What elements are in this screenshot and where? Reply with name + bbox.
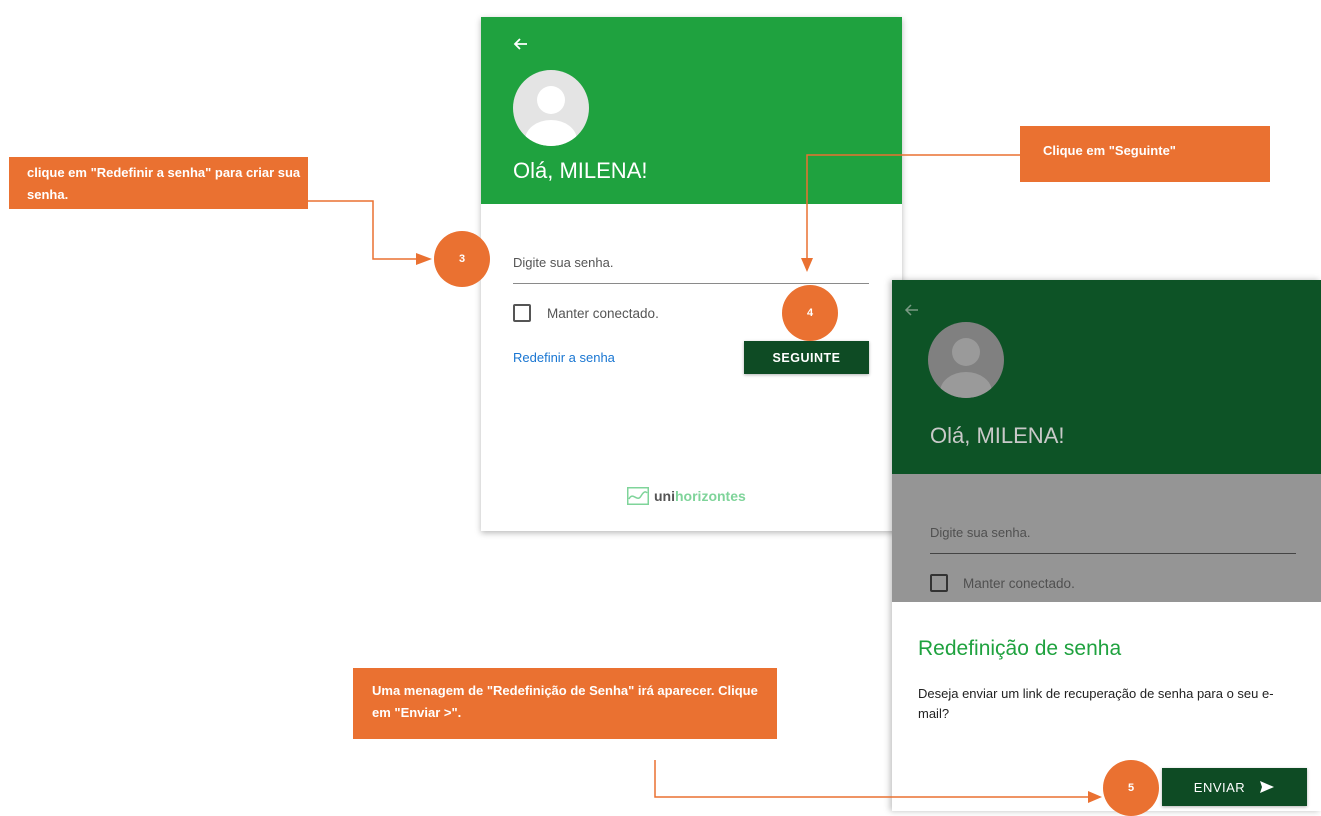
reset-password-link[interactable]: Redefinir a senha xyxy=(513,350,615,365)
keep-connected-label: Manter conectado. xyxy=(547,305,659,321)
login-card: Olá, MILENA! Digite sua senha. Manter co… xyxy=(481,17,902,531)
step-3-badge: 3 xyxy=(434,231,490,287)
keep-connected-label: Manter conectado. xyxy=(963,575,1075,591)
checkbox-icon xyxy=(930,574,948,592)
greeting: Olá, MILENA! xyxy=(513,158,648,183)
user-avatar-icon xyxy=(513,70,589,146)
greeting: Olá, MILENA! xyxy=(930,423,1065,448)
back-arrow-icon xyxy=(904,304,918,316)
send-icon xyxy=(1260,781,1275,793)
user-avatar-icon xyxy=(928,322,1004,398)
keep-connected: Manter conectado. xyxy=(930,574,1075,592)
send-button-label: ENVIAR xyxy=(1193,779,1246,795)
callout-next: Clique em "Seguinte" xyxy=(1020,126,1270,182)
send-button[interactable]: ENVIAR xyxy=(1162,768,1307,806)
reset-card: Olá, MILENA! Digite sua senha. Manter co… xyxy=(892,280,1321,811)
dialog-title: Redefinição de senha xyxy=(918,637,1122,660)
callout-reset-password: clique em "Redefinir a senha" para criar… xyxy=(9,157,308,209)
logo-wave-icon xyxy=(627,487,649,505)
step-4-badge: 4 xyxy=(782,285,838,341)
dialog-message: Deseja enviar um link de recuperação de … xyxy=(918,686,1274,721)
checkbox-icon[interactable] xyxy=(513,304,531,322)
back-arrow-icon[interactable] xyxy=(511,34,531,54)
password-input: Digite sua senha. xyxy=(930,525,1296,554)
step-5-badge: 5 xyxy=(1103,760,1159,816)
logo: unihorizontes xyxy=(627,487,746,505)
arrow-to-step-3 xyxy=(308,200,418,260)
login-header: Olá, MILENA! xyxy=(481,17,902,204)
keep-connected[interactable]: Manter conectado. xyxy=(513,304,659,322)
password-input[interactable]: Digite sua senha. xyxy=(513,255,869,284)
next-button[interactable]: SEGUINTE xyxy=(744,341,869,374)
logo-text: unihorizontes xyxy=(654,488,746,504)
reset-header: Olá, MILENA! xyxy=(892,280,1321,474)
callout-dialog: Uma menagem de "Redefinição de Senha" ir… xyxy=(353,668,777,739)
